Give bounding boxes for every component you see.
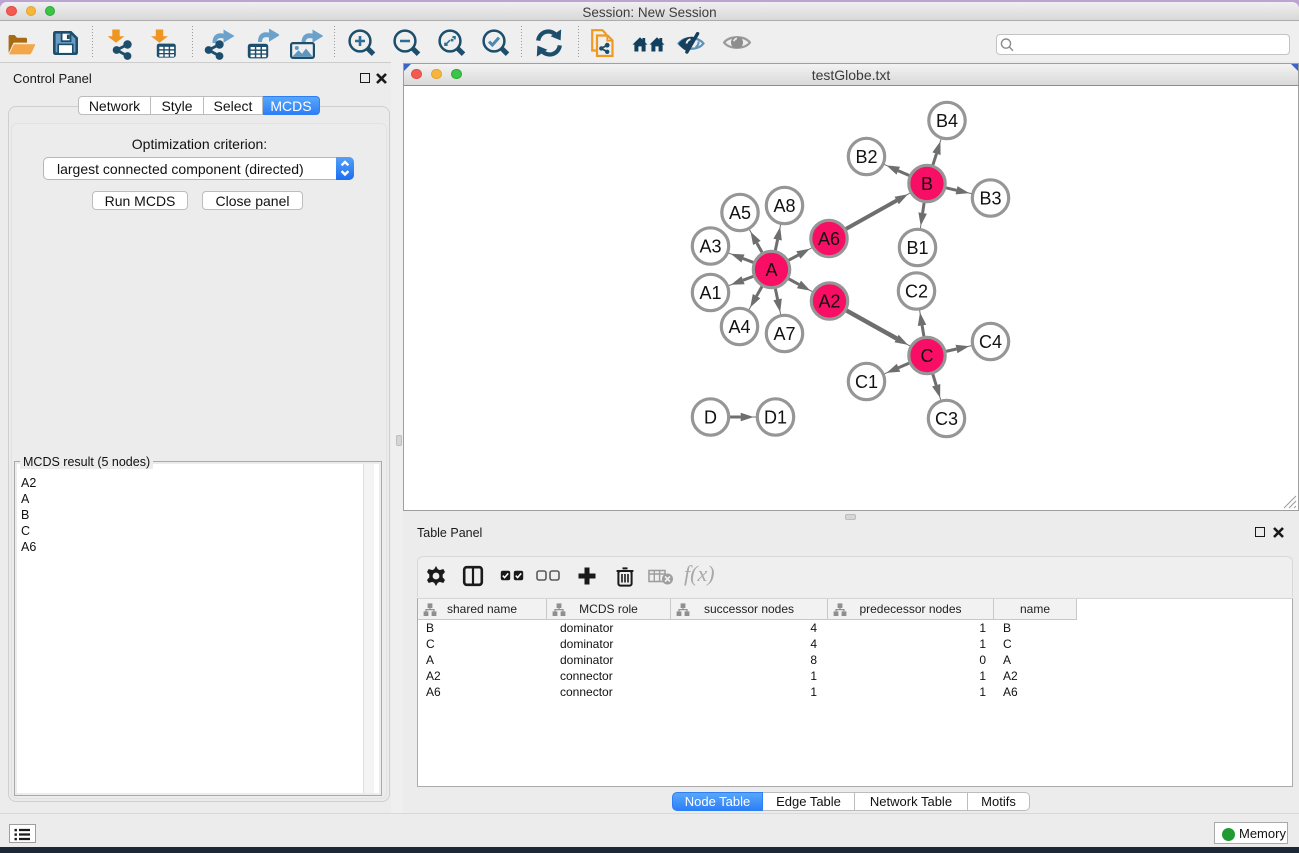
svg-text:C1: C1 (855, 372, 878, 392)
svg-text:A6: A6 (818, 229, 840, 249)
svg-text:A8: A8 (773, 196, 795, 216)
svg-text:B: B (921, 174, 933, 194)
svg-text:D: D (704, 407, 717, 427)
svg-text:A1: A1 (699, 283, 721, 303)
svg-text:C: C (921, 346, 934, 366)
svg-text:A5: A5 (729, 203, 751, 223)
svg-text:A4: A4 (728, 317, 750, 337)
svg-text:C3: C3 (935, 409, 958, 429)
svg-text:B4: B4 (936, 111, 958, 131)
svg-text:C4: C4 (979, 332, 1002, 352)
svg-text:B1: B1 (906, 238, 928, 258)
svg-text:D1: D1 (764, 407, 787, 427)
svg-text:A: A (765, 260, 777, 280)
svg-text:A7: A7 (773, 324, 795, 344)
svg-text:C2: C2 (905, 281, 928, 301)
svg-text:B2: B2 (855, 147, 877, 167)
svg-text:A3: A3 (699, 236, 721, 256)
svg-text:A2: A2 (818, 291, 840, 311)
svg-text:B3: B3 (979, 188, 1001, 208)
